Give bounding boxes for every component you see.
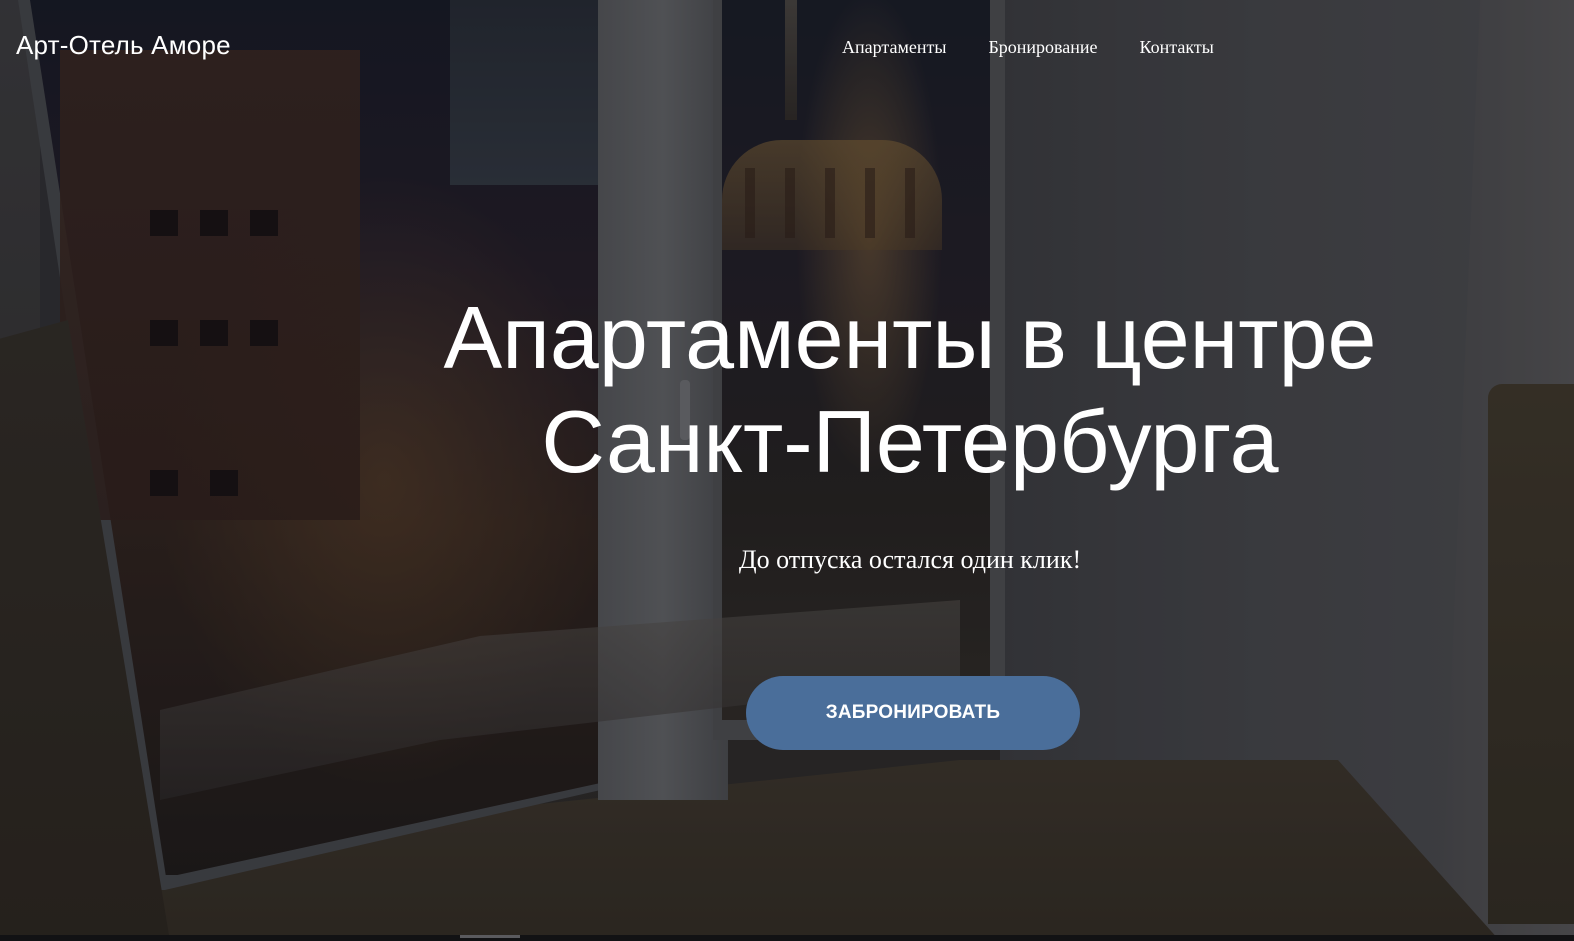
nav-link-apartments[interactable]: Апартаменты (842, 37, 946, 58)
hero-title: Апартаменты в центре Санкт-Петербурга (360, 286, 1460, 494)
book-button[interactable]: ЗАБРОНИРОВАТЬ (746, 676, 1080, 750)
main-nav: Апартаменты Бронирование Контакты (842, 37, 1214, 58)
landing-page: Арт-Отель Аморе Апартаменты Бронирование… (0, 0, 1574, 941)
hero-title-line-1: Апартаменты в центре (443, 288, 1377, 387)
hero-title-line-2: Санкт-Петербурга (541, 392, 1279, 491)
nav-link-contacts[interactable]: Контакты (1140, 37, 1214, 58)
hero-subtitle: До отпуска остался один клик! (738, 545, 1082, 574)
site-logo-link[interactable]: Арт-Отель Аморе (16, 30, 231, 61)
nav-link-booking[interactable]: Бронирование (988, 37, 1097, 58)
